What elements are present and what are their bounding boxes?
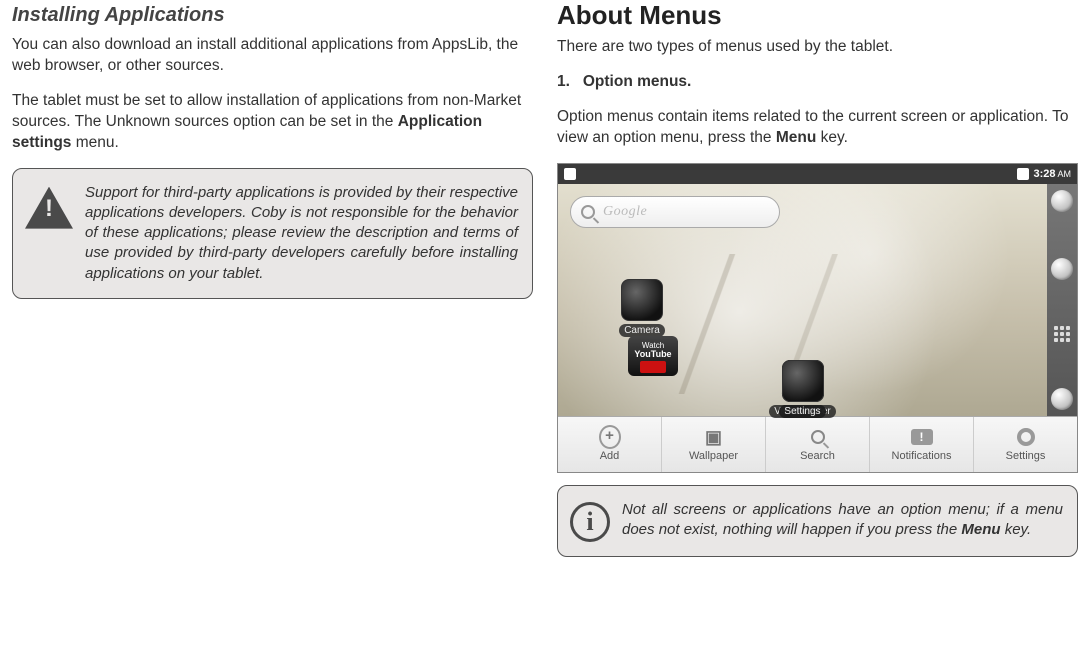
left-para-1: You can also download an install additio… <box>12 35 533 77</box>
list1-txt: Option menus. <box>583 73 692 90</box>
warning-callout: Support for third-party applications is … <box>12 168 533 299</box>
settings-app[interactable]: Settings <box>775 360 831 418</box>
menu-add-label: Add <box>600 450 620 462</box>
left-para-2: The tablet must be set to allow installa… <box>12 91 533 154</box>
status-ampm: AM <box>1055 169 1071 179</box>
status-icon <box>564 168 576 180</box>
menu-settings-label: Settings <box>1006 450 1046 462</box>
search-hint: Google <box>603 204 647 220</box>
info-bold: Menu <box>961 521 1000 538</box>
side-orb-top[interactable] <box>1051 190 1073 212</box>
right-list-1: 1. Option menus. <box>557 72 1078 93</box>
camera-label: Camera <box>619 324 665 337</box>
menu-notifications[interactable]: Notifications <box>870 417 974 472</box>
embedded-screenshot: 3:28 AM Google Camera Watch YouTube <box>557 163 1078 473</box>
menu-add[interactable]: Add <box>558 417 662 472</box>
settings-icon <box>782 360 824 402</box>
menu-search-label: Search <box>800 450 835 462</box>
left-heading: Installing Applications <box>12 4 533 27</box>
menu-wallpaper[interactable]: Wallpaper <box>662 417 766 472</box>
warning-text: Support for third-party applications is … <box>85 183 518 284</box>
status-right: 3:28 AM <box>1017 168 1071 180</box>
info-callout: i Not all screens or applications have a… <box>557 485 1078 557</box>
side-orb-mid[interactable] <box>1051 258 1073 280</box>
status-time: 3:28 <box>1033 168 1055 180</box>
side-orb-bottom[interactable] <box>1051 388 1073 410</box>
menu-settings-icon <box>1015 426 1037 448</box>
menu-settings[interactable]: Settings <box>974 417 1077 472</box>
wallpaper-icon <box>703 426 725 448</box>
settings-label: Settings <box>779 405 825 418</box>
warning-icon <box>25 187 73 229</box>
right-p2-c: key. <box>816 129 848 146</box>
side-panel <box>1047 184 1077 416</box>
left-p2-c: menu. <box>71 134 118 151</box>
right-para-2: Option menus contain items related to th… <box>557 107 1078 149</box>
list1-num: 1. <box>557 73 570 90</box>
app-drawer-icon[interactable] <box>1054 326 1070 342</box>
info-c: key. <box>1001 521 1032 538</box>
google-search-bar[interactable]: Google <box>570 196 780 228</box>
battery-icon <box>1017 168 1029 180</box>
right-para-1: There are two types of menus used by the… <box>557 37 1078 58</box>
status-bar: 3:28 AM <box>558 164 1077 184</box>
right-heading: About Menus <box>557 0 1078 31</box>
youtube-widget[interactable]: Watch YouTube <box>628 336 678 376</box>
menu-notifications-label: Notifications <box>892 450 952 462</box>
info-text: Not all screens or applications have an … <box>622 500 1063 541</box>
search-icon <box>581 205 595 219</box>
yt-brand: YouTube <box>634 349 671 359</box>
menu-search-icon <box>807 426 829 448</box>
menu-wallpaper-label: Wallpaper <box>689 450 738 462</box>
option-menu-bar: Add Wallpaper Search Notifications Setti… <box>558 416 1077 472</box>
menu-search[interactable]: Search <box>766 417 870 472</box>
add-icon <box>599 426 621 448</box>
notifications-icon <box>911 426 933 448</box>
yt-play-icon <box>640 361 666 373</box>
info-icon: i <box>570 502 610 542</box>
home-screen[interactable]: Google Camera Watch YouTube Video Player <box>558 184 1077 416</box>
camera-app[interactable]: Camera <box>614 279 670 337</box>
right-p2-bold: Menu <box>776 129 816 146</box>
camera-icon <box>621 279 663 321</box>
